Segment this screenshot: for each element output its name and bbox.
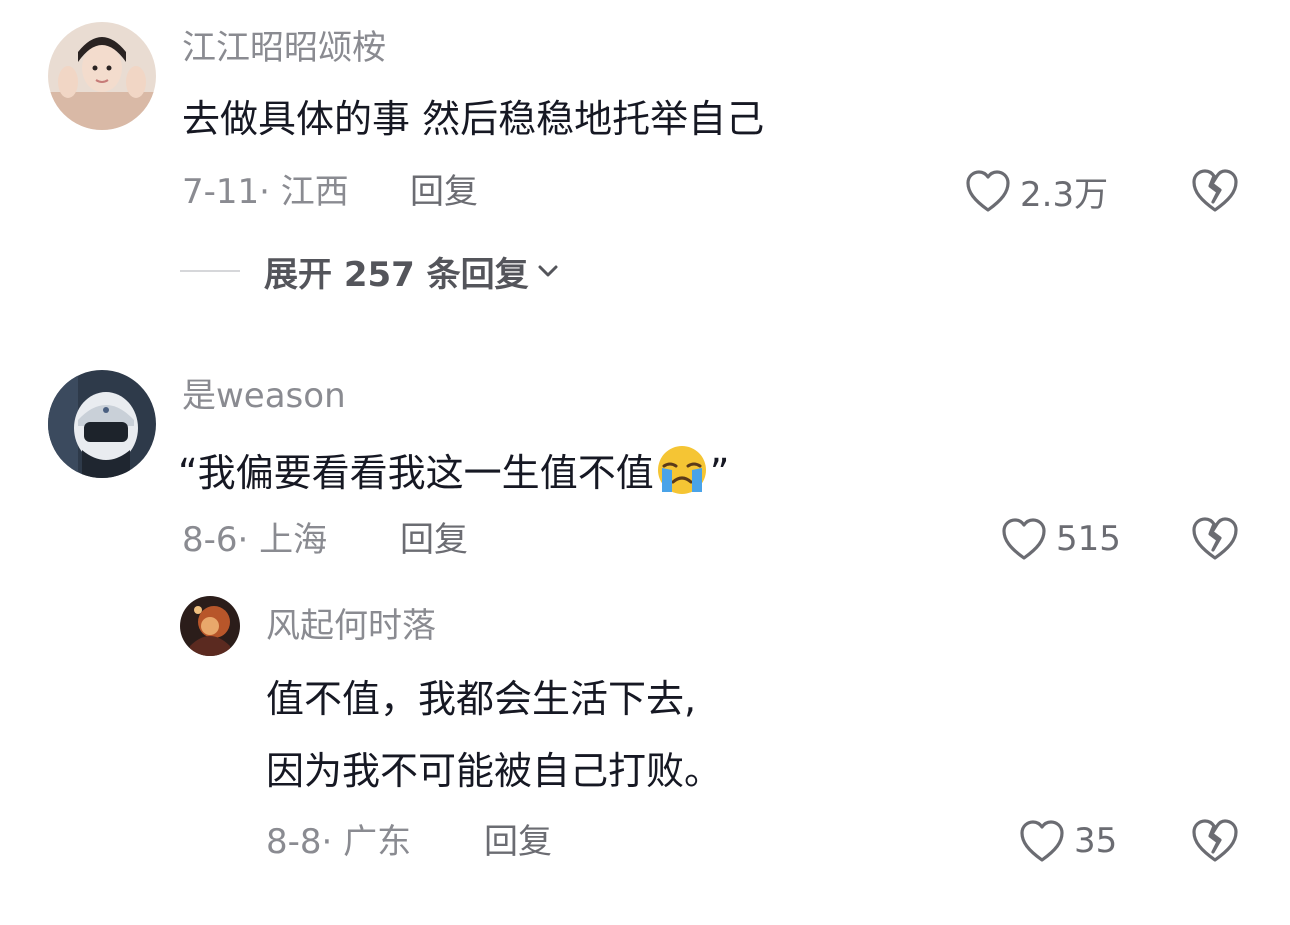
dislike-button[interactable] — [1190, 816, 1240, 866]
like-count: 2.3万 — [1020, 174, 1109, 215]
broken-heart-icon — [1192, 819, 1238, 862]
comment-text-line-1: 值不值，我都会生活下去, — [266, 677, 697, 721]
divider — [180, 270, 240, 272]
broken-heart-icon — [1192, 169, 1238, 212]
username[interactable]: 风起何时落 — [266, 606, 436, 646]
like-count: 35 — [1074, 821, 1118, 861]
avatar[interactable] — [180, 596, 240, 656]
comment-text: 去做具体的事 然后稳稳地托举自己 — [182, 97, 765, 141]
comment-text-line-2: 因为我不可能被自己打败。 — [266, 749, 723, 793]
like-button[interactable]: 35 — [1018, 816, 1117, 866]
expand-replies-row: 展开 257 条回复 — [180, 247, 561, 296]
date-location: 7-11· 江西 — [182, 172, 349, 212]
like-button[interactable]: 515 — [1000, 514, 1121, 564]
reply-button[interactable]: 回复 — [484, 822, 552, 862]
like-count: 515 — [1056, 519, 1121, 559]
username[interactable]: 江江昭昭颂桉 — [182, 28, 386, 68]
comment-text-part: ” — [709, 451, 730, 495]
comment-text-part: “我偏要看看我这一生值不值 — [178, 451, 654, 495]
username[interactable]: 是weason — [182, 376, 346, 416]
expand-label: 展开 257 条回复 — [264, 254, 529, 295]
avatar[interactable] — [48, 370, 156, 478]
broken-heart-icon — [1192, 517, 1238, 560]
reply-button[interactable]: 回复 — [400, 520, 468, 560]
avatar[interactable] — [48, 22, 156, 130]
date-location: 8-8· 广东 — [266, 822, 412, 862]
heart-icon — [1002, 518, 1046, 560]
reply-button[interactable]: 回复 — [410, 172, 478, 212]
dislike-button[interactable] — [1190, 514, 1240, 564]
comment-text: “我偏要看看我这一生值不值 ” — [178, 444, 729, 496]
heart-icon — [1020, 820, 1064, 862]
chevron-down-icon — [538, 265, 558, 277]
dislike-button[interactable] — [1190, 166, 1240, 216]
expand-replies-button[interactable]: 展开 257 条回复 — [264, 247, 561, 296]
heart-icon — [966, 170, 1010, 212]
crying-emoji-icon — [657, 446, 706, 494]
like-button[interactable]: 2.3万 — [964, 166, 1108, 216]
date-location: 8-6· 上海 — [182, 520, 328, 560]
